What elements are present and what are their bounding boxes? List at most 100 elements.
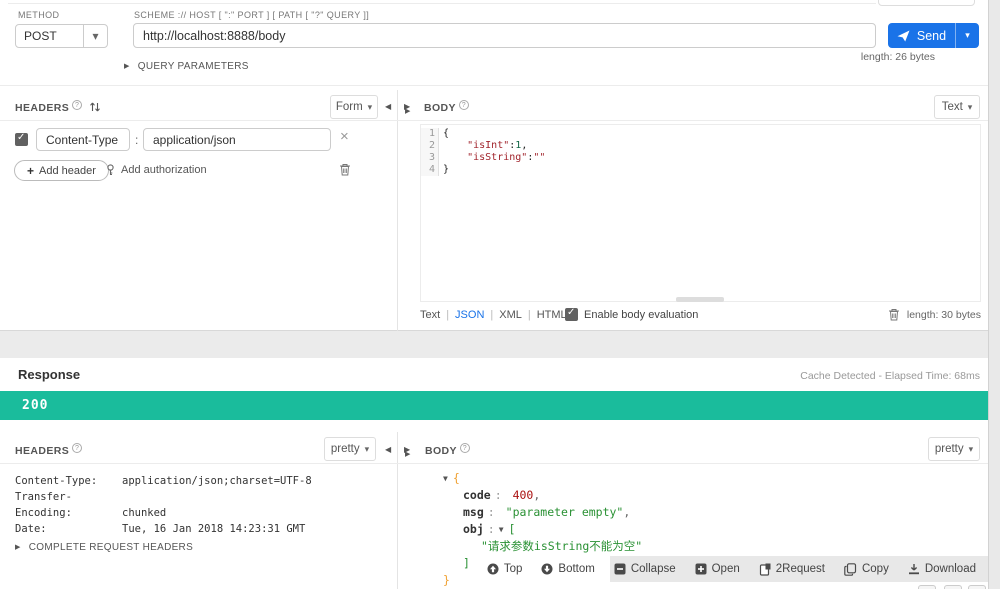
collapse-all-button[interactable]: Collapse [614,563,676,575]
cutoff-bottom-control [968,585,986,589]
method-select[interactable]: POST ▾ [15,24,108,48]
panel-divider [397,90,398,331]
rest-client-app: METHOD POST ▾ SCHEME :// HOST [ ":" PORT… [0,0,1000,589]
copy-icon [844,562,857,576]
complete-request-headers-toggle[interactable]: COMPLETE REQUEST HEADERS [15,542,193,553]
collapsed-arrow-icon [15,542,21,553]
body-evaluation-toggle[interactable]: Enable body evaluation [565,308,698,321]
remove-header-icon[interactable] [340,128,349,146]
response-title: Response [18,367,81,382]
scroll-bottom-button[interactable]: Bottom [541,563,595,575]
query-parameters-toggle[interactable]: QUERY PARAMETERS [124,61,249,72]
add-authorization-button[interactable]: Add authorization [105,164,207,176]
collapse-node-icon[interactable] [499,521,509,538]
sort-headers-icon[interactable] [89,101,101,113]
send-label: Send [916,28,947,43]
plus-icon: + [27,163,35,178]
chevron-down-icon [365,443,370,455]
response-headers-list: Content-Type: application/json;charset=UT… [15,473,312,537]
header-name-input[interactable]: Content-Type [36,128,130,151]
body-format-dropdown[interactable]: Text [934,95,980,119]
response-header-row: Content-Type: application/json;charset=UT… [15,475,312,487]
help-icon [72,100,83,110]
body-code-editor[interactable]: 1 { 2 "isInt":1, 3 "isString":"" 4 } [420,124,981,302]
clipboard-icon [759,563,771,576]
chevron-down-icon [968,101,973,113]
mode-json[interactable]: JSON [440,309,484,321]
paper-plane-icon [897,30,910,41]
chevron-down-icon [969,443,974,455]
response-meta: Cache Detected - Elapsed Time: 68ms [800,370,980,382]
top-divider [8,3,876,4]
header-enabled-checkbox[interactable] [15,132,28,146]
collapse-left-panel-handle[interactable] [385,445,391,454]
scroll-top-button[interactable]: Top [487,563,522,575]
tree-row: "请求参数isString不能为空" [481,539,643,553]
collapse-node-icon[interactable] [443,470,453,487]
body-length-label: length: 30 bytes [906,309,981,321]
chevron-down-icon [368,101,373,113]
request-headers-title: HEADERS [15,100,101,114]
header-separator: : [135,133,139,147]
mode-xml[interactable]: XML [484,309,522,321]
help-icon [72,443,83,453]
evaluation-checkbox[interactable] [565,308,578,321]
url-length-label: length: 26 bytes [860,51,935,63]
download-icon [908,564,919,575]
editor-line: 2 "isInt":1, [421,140,980,152]
copy-button[interactable]: Copy [844,562,889,576]
panel-divider [397,432,398,589]
response-headers-format-dropdown[interactable]: pretty [324,437,376,461]
clear-headers-trash-icon[interactable] [339,163,351,176]
response-section: Response Cache Detected - Elapsed Time: … [0,358,988,589]
url-input[interactable]: http://localhost:8888/body [133,23,876,48]
tree-row: { [443,470,642,487]
header-value-input[interactable]: application/json [143,128,331,151]
add-header-button[interactable]: + Add header [14,160,109,181]
tree-row: msg: "parameter empty", [463,505,631,519]
send-button[interactable]: Send [888,23,979,48]
mode-html[interactable]: HTML [522,309,567,321]
headers-format-dropdown[interactable]: Form [330,95,378,119]
download-button[interactable]: Download [908,563,976,575]
mode-text[interactable]: Text [420,309,440,321]
cutoff-top-button[interactable] [878,0,975,6]
cutoff-bottom-control [918,585,936,589]
collapsed-arrow-icon [124,61,130,72]
arrow-right-icon [405,101,410,118]
body-mode-switcher: Text JSON XML HTML [420,309,567,321]
status-bar: 200 [0,391,988,420]
editor-line: 1 { [421,128,980,140]
editor-resize-handle[interactable] [676,297,724,302]
method-label: METHOD [18,10,60,20]
arrow-down-circle-icon [541,563,553,575]
collapse-left-panel-handle[interactable] [385,102,391,111]
tree-row: obj:[ [443,521,642,538]
cutoff-bottom-control [944,585,962,589]
arrow-right-icon [405,444,410,461]
chevron-down-icon: ▾ [83,25,107,47]
response-body-format-dropdown[interactable]: pretty [928,437,980,461]
body-collapsed-arrow[interactable] [405,101,410,119]
minus-square-icon [614,563,626,575]
send-options-caret[interactable] [955,23,979,48]
response-body-title: BODY [425,443,470,457]
url-scheme-label: SCHEME :// HOST [ ":" PORT ] [ PATH [ "?… [134,10,370,20]
panel-title-underline [0,463,988,464]
page-right-edge [988,0,1000,589]
to-request-button[interactable]: 2Request [759,563,825,576]
method-value: POST [24,29,57,43]
response-headers-title: HEADERS [15,443,83,457]
request-body-title: BODY [424,100,469,114]
response-header-row: Date: Tue, 16 Jan 2018 14:23:31 GMT [15,523,306,535]
section-divider [0,85,988,86]
help-icon [458,100,469,110]
arrow-up-circle-icon [487,563,499,575]
response-body-toolbar: Top Bottom Collapse Open 2Request Copy D… [487,556,988,582]
response-header-row: Transfer-Encoding: chunked [15,491,167,519]
open-all-button[interactable]: Open [695,563,740,575]
panel-title-underline [0,120,988,121]
status-code: 200 [22,398,49,413]
body-collapsed-arrow[interactable] [405,444,410,462]
request-section: METHOD POST ▾ SCHEME :// HOST [ ":" PORT… [0,0,988,331]
